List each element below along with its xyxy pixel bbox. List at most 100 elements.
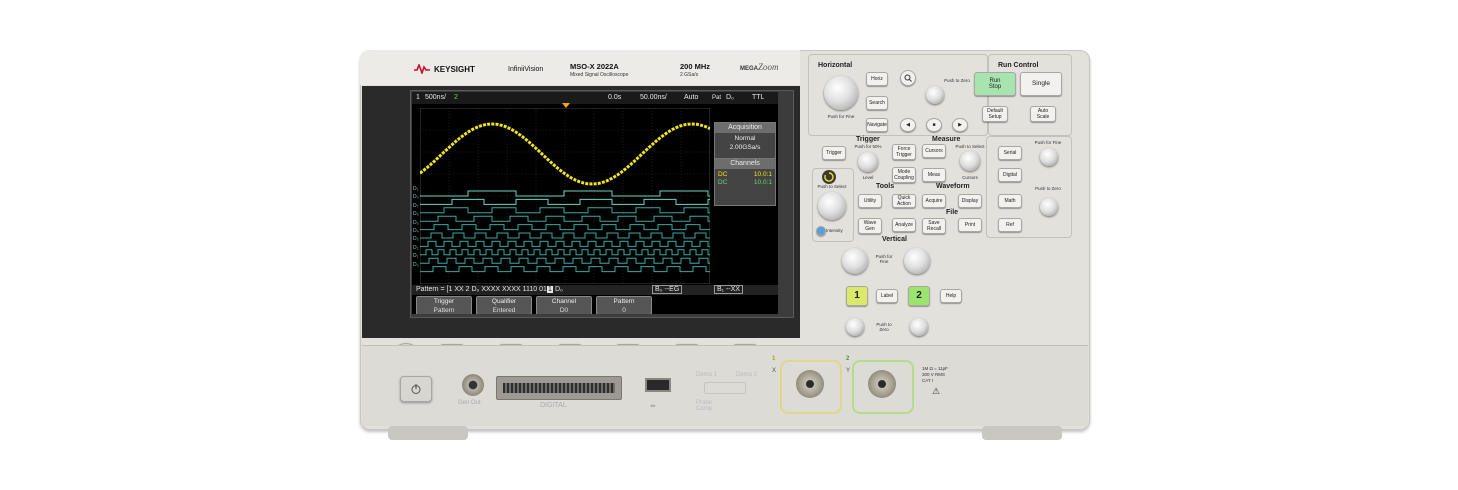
digital-label: D₄ — [413, 228, 419, 234]
softkey-qualifier-label: Qualifier — [491, 298, 517, 305]
usb-port[interactable] — [645, 378, 671, 392]
acquisition-title: Acquisition — [715, 123, 775, 133]
digital-position-knob[interactable] — [1040, 198, 1058, 216]
horizontal-position-knob[interactable] — [926, 86, 944, 104]
model-subtitle: Mixed Signal Oscilloscope — [570, 72, 629, 78]
cursors-button[interactable]: Cursors — [922, 144, 946, 158]
gen-out-connector[interactable] — [462, 374, 484, 396]
power-button[interactable] — [400, 376, 432, 402]
cursors-knob[interactable] — [960, 151, 980, 171]
horiz-button[interactable]: Horiz — [866, 72, 888, 86]
ch1-position-knob[interactable] — [846, 318, 864, 336]
digital-label: D₀ — [413, 261, 419, 268]
power-icon — [411, 384, 421, 394]
trigger-level-knob[interactable] — [858, 152, 878, 172]
megazoom-prefix: MEGA — [740, 66, 758, 72]
entry-arrow-icon — [824, 172, 834, 182]
probe-comp-label: Probe Comp — [696, 400, 713, 412]
ref-button[interactable]: Ref — [998, 218, 1022, 232]
trigger-button[interactable]: Trigger — [822, 146, 846, 160]
label-button[interactable]: Label — [876, 289, 898, 303]
trigger-title: Trigger — [856, 136, 880, 143]
model-name: MSO-X 2022A — [570, 62, 619, 71]
print-button[interactable]: Print — [958, 218, 982, 232]
horizontal-scale-knob[interactable] — [824, 76, 858, 110]
trigger-push-50: Push for 50% — [854, 144, 882, 149]
digital-label: D₇ — [413, 202, 419, 209]
zoom-icon — [904, 74, 912, 82]
softkey-pattern-value: 0 — [622, 307, 626, 314]
digital-scale-knob[interactable] — [1040, 148, 1058, 166]
acquisition-mode: Normal — [734, 135, 756, 142]
math-button[interactable]: Math — [998, 194, 1022, 208]
softkey-trigger-value: Pattern — [433, 307, 455, 314]
nav-forward-button[interactable]: ▶ — [952, 118, 968, 132]
run-control-title: Run Control — [998, 62, 1039, 69]
megazoom-logo: MEGA Zoom — [740, 62, 779, 72]
ch1-scale-knob[interactable] — [842, 248, 868, 274]
entry-indicator — [822, 170, 836, 184]
nav-forward-icon: ▶ — [958, 122, 962, 128]
digital-button[interactable]: Digital — [998, 168, 1022, 182]
digital-connector[interactable] — [496, 376, 622, 400]
softkey-trigger-label: Trigger — [433, 298, 455, 305]
ch2-position-knob[interactable] — [910, 318, 928, 336]
status-ch2: 2 — [454, 94, 458, 101]
horizontal-push-zero: Push to Zero — [944, 78, 970, 83]
status-d0: D₀ — [726, 94, 734, 101]
input2-bnc-connector[interactable] — [868, 370, 896, 398]
navigate-button[interactable]: Navigate — [866, 118, 888, 132]
utility-button[interactable]: Utility — [858, 194, 882, 208]
meas-button[interactable]: Meas — [922, 168, 946, 182]
input1-bnc-connector[interactable] — [796, 370, 824, 398]
right-push-fine: Push for Fine — [1034, 140, 1062, 145]
quick-action-button[interactable]: Quick Action — [892, 194, 916, 208]
acquisition-panel: Acquisition Normal 2.00GSa/s — [714, 122, 776, 160]
waveform-title: Waveform — [936, 183, 970, 190]
channels-title: Channels — [715, 159, 775, 169]
softkey-pattern-label: Pattern — [613, 298, 635, 305]
digital-label: D₆ — [413, 211, 419, 218]
pattern-bar: Pattern = [1 XX 2 D₀ XXXX XXXX 1110 011 … — [412, 285, 778, 295]
entry-knob[interactable] — [818, 192, 846, 220]
nav-back-button[interactable]: ◀ — [900, 118, 916, 132]
bus-box-2: B₁ --XX — [714, 285, 743, 294]
default-setup-button[interactable]: Default Setup — [982, 106, 1008, 122]
nav-stop-button[interactable]: ■ — [926, 118, 942, 132]
force-trigger-button[interactable]: Force Trigger — [892, 144, 916, 160]
run-stop-button[interactable]: Run Stop — [974, 72, 1016, 96]
probe-comp-terminals[interactable] — [704, 382, 746, 394]
search-button[interactable]: Search — [866, 96, 888, 110]
acquire-button[interactable]: Acquire — [922, 194, 946, 208]
help-button[interactable]: Help — [940, 289, 962, 303]
save-recall-button[interactable]: Save Recall — [922, 218, 946, 234]
wave-gen-button[interactable]: Wave Gen — [858, 218, 882, 234]
intensity-button[interactable] — [816, 226, 826, 236]
ch2-scale-knob[interactable] — [904, 248, 930, 274]
channels-panel: Channels DC 10.0:1 DC 10.0:1 — [714, 158, 776, 206]
digital-label: DIGITAL — [540, 402, 567, 409]
status-level: TTL — [752, 94, 765, 101]
horizontal-title: Horizontal — [818, 62, 853, 69]
digital-label: D₅ — [413, 219, 419, 226]
zoom-button[interactable] — [900, 70, 916, 86]
channel1-row: DC 10.0:1 — [715, 169, 775, 178]
input1-number: 1 — [772, 356, 776, 362]
channel2-button[interactable]: 2 — [908, 286, 930, 306]
channel2-coupling: DC — [718, 179, 728, 186]
display-screen: 1 500ns/ 2 0.0s 50.00ns/ Auto Pat D₀ TTL… — [412, 92, 778, 314]
brand-logo-text: KEYSIGHT — [434, 64, 475, 74]
channel1-button[interactable]: 1 — [846, 286, 868, 306]
single-button[interactable]: Single — [1020, 72, 1062, 96]
vertical-title: Vertical — [882, 236, 907, 243]
mode-coupling-button[interactable]: Mode Coupling — [892, 167, 916, 183]
display-button[interactable]: Display — [958, 194, 982, 208]
channel2-row: DC 10.0:1 — [715, 178, 775, 186]
left-foot — [388, 426, 468, 440]
cursors-knob-label: Cursors — [962, 175, 978, 180]
status-ch1: 1 — [416, 94, 420, 101]
pattern-text: Pattern = [1 XX 2 D₀ XXXX XXXX 1110 011 — [416, 286, 551, 293]
auto-scale-button[interactable]: Auto Scale — [1030, 106, 1056, 122]
serial-button[interactable]: Serial — [998, 146, 1022, 160]
analyze-button[interactable]: Analyze — [892, 218, 916, 232]
